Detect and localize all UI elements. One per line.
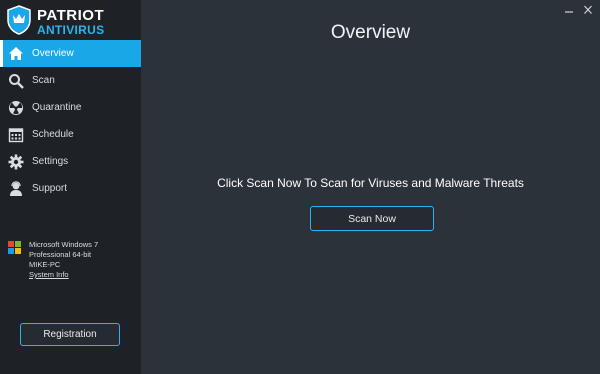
user-support-icon — [7, 180, 25, 198]
sidebar-item-settings[interactable]: Settings — [0, 148, 141, 175]
os-edition: Professional 64-bit — [29, 250, 92, 259]
page-title: Overview — [330, 22, 411, 43]
os-name: Microsoft Windows 7 — [29, 240, 99, 249]
registration-button[interactable]: Registration — [20, 323, 120, 346]
brand-subtitle: ANTIVIRUS — [37, 23, 105, 37]
home-icon — [7, 45, 25, 63]
search-icon — [7, 72, 25, 90]
windows-logo-icon — [8, 241, 21, 254]
sidebar-item-label: Quarantine — [32, 102, 82, 113]
sidebar-item-label: Overview — [32, 48, 74, 59]
sidebar-item-label: Support — [32, 183, 68, 194]
sidebar-item-scan[interactable]: Scan — [0, 67, 141, 94]
sidebar-item-schedule[interactable]: Schedule — [0, 121, 141, 148]
scan-now-button[interactable]: Scan Now — [310, 206, 434, 231]
sidebar-item-support[interactable]: Support — [0, 175, 141, 202]
app-logo: PATRIOT ANTIVIRUS — [6, 5, 136, 37]
brand-name: PATRIOT — [37, 7, 105, 24]
close-icon[interactable] — [582, 5, 594, 15]
minimize-icon[interactable] — [563, 5, 575, 15]
machine-name: MIKE-PC — [29, 260, 61, 269]
calendar-icon — [7, 126, 25, 144]
sidebar-item-label: Settings — [32, 156, 69, 167]
sidebar-item-quarantine[interactable]: Quarantine — [0, 94, 141, 121]
sidebar-item-overview[interactable]: Overview — [0, 40, 141, 67]
gear-icon — [7, 153, 25, 171]
system-info-text: Microsoft Windows 7 Professional 64-bit … — [29, 240, 98, 280]
app-window: PATRIOT ANTIVIRUS Overview Scan Quaranti… — [0, 0, 600, 374]
sidebar: PATRIOT ANTIVIRUS Overview Scan Quaranti… — [0, 0, 141, 374]
shield-logo-icon — [7, 5, 31, 35]
system-info-link[interactable]: System Info — [29, 270, 98, 280]
sidebar-item-label: Schedule — [32, 129, 74, 140]
main-panel: Overview Click Scan Now To Scan for Viru… — [141, 0, 600, 374]
scan-prompt-text: Click Scan Now To Scan for Viruses and M… — [217, 176, 524, 190]
sidebar-item-label: Scan — [32, 75, 55, 86]
sidebar-nav: Overview Scan Quarantine Schedule Settin… — [0, 40, 141, 202]
radiation-icon — [7, 99, 25, 117]
